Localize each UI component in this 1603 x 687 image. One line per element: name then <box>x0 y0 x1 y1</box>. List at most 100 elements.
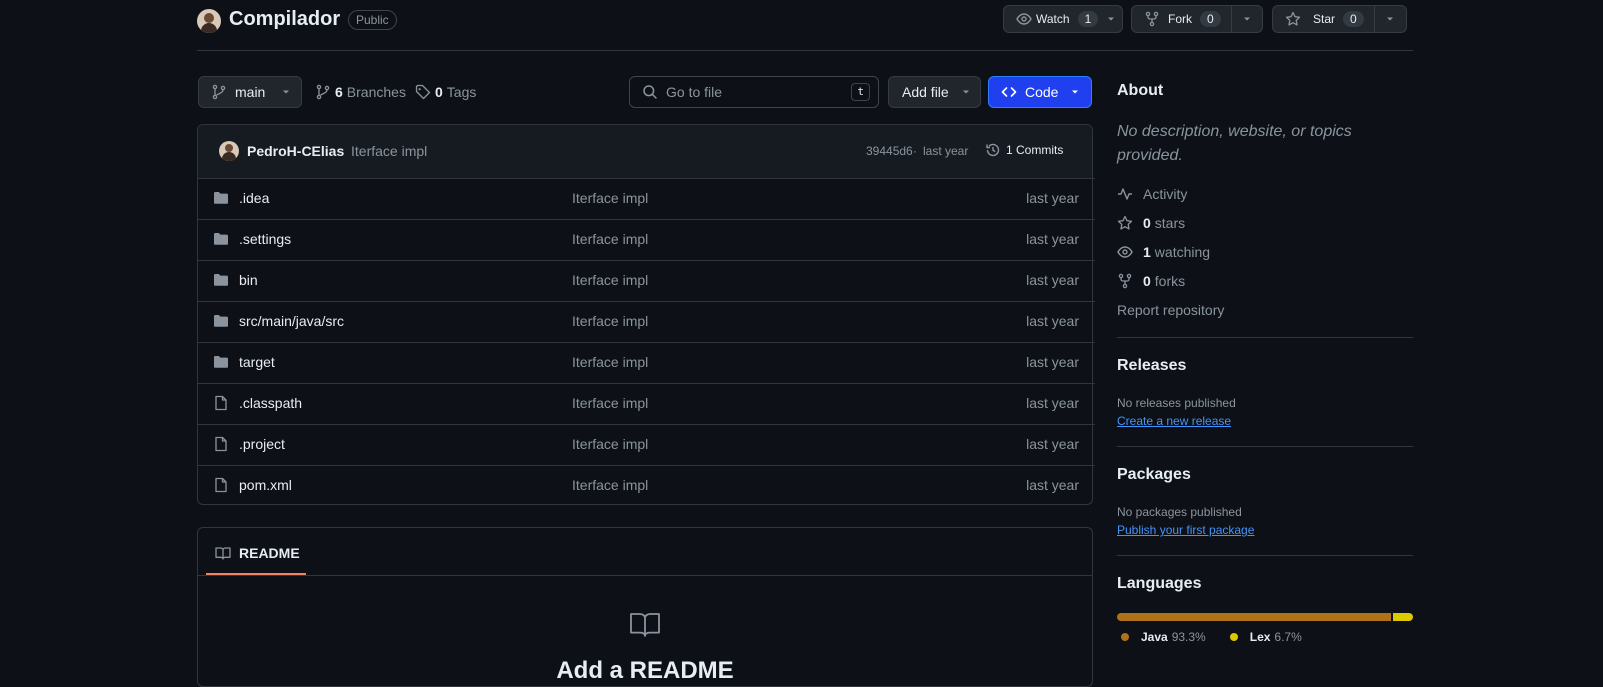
file-name[interactable]: .classpath <box>239 395 302 411</box>
code-button[interactable]: Code <box>988 76 1092 108</box>
watch-button[interactable]: Watch 1 <box>1003 5 1123 33</box>
watch-label: Watch <box>1036 12 1070 26</box>
file-commit-message[interactable]: Iterface impl <box>572 395 648 411</box>
sidebar-divider <box>1117 446 1413 447</box>
file-row[interactable]: bin Iterface impl last year <box>198 260 1095 300</box>
file-row[interactable]: src/main/java/src Iterface impl last year <box>198 301 1095 341</box>
file-commit-message[interactable]: Iterface impl <box>572 436 648 452</box>
search-placeholder: Go to file <box>666 84 723 100</box>
language-bar <box>1117 613 1413 621</box>
commit-author[interactable]: PedroH-CElias <box>247 143 344 159</box>
commit-time: last year <box>923 144 969 158</box>
pulse-icon <box>1118 188 1132 200</box>
language-bar-segment <box>1117 613 1392 621</box>
language-item[interactable]: Java 93.3% <box>1121 630 1206 644</box>
branch-selector[interactable]: main <box>198 76 302 108</box>
language-percent: 6.7% <box>1274 630 1302 644</box>
star-count: 0 <box>1343 11 1364 27</box>
file-name[interactable]: pom.xml <box>239 477 292 493</box>
caret-down-icon <box>962 90 969 94</box>
file-name[interactable]: src/main/java/src <box>239 313 344 329</box>
repo-avatar[interactable] <box>197 9 221 33</box>
readme-tab[interactable]: README <box>215 545 300 561</box>
file-row[interactable]: .project Iterface impl last year <box>198 424 1095 464</box>
tags-count: 0 <box>435 84 443 100</box>
readme-tab-label: README <box>239 545 300 561</box>
fork-icon <box>1145 11 1159 27</box>
file-commit-time: last year <box>1026 436 1079 452</box>
caret-down-icon <box>1072 90 1079 94</box>
file-name[interactable]: .settings <box>239 231 291 247</box>
releases-title[interactable]: Releases <box>1117 357 1186 375</box>
about-description: No description, website, or topics provi… <box>1117 123 1352 164</box>
file-commit-message[interactable]: Iterface impl <box>572 477 648 493</box>
commit-author-avatar[interactable] <box>219 141 239 161</box>
file-name[interactable]: target <box>239 354 275 370</box>
go-to-file-search[interactable]: Go to file t <box>629 76 879 108</box>
folder-icon-wrap <box>213 313 229 329</box>
add-file-label: Add file <box>902 84 949 100</box>
commits-link[interactable]: 1 Commits <box>985 142 1063 158</box>
folder-icon <box>214 233 228 245</box>
commits-label: 1 Commits <box>1006 143 1064 157</box>
star-button[interactable]: Star 0 <box>1272 5 1407 33</box>
star-icon <box>1117 215 1133 230</box>
search-icon <box>643 85 657 99</box>
tags-link[interactable]: 0 Tags <box>415 84 476 100</box>
add-file-button[interactable]: Add file <box>888 76 981 108</box>
commit-hash[interactable]: 39445d6 <box>866 144 913 158</box>
file-icon-wrap <box>213 436 229 452</box>
folder-icon-wrap <box>213 354 229 370</box>
folder-icon <box>214 356 228 368</box>
commit-message[interactable]: Iterface impl <box>351 143 427 159</box>
file-icon <box>215 477 227 493</box>
file-commit-time: last year <box>1026 313 1079 329</box>
file-commit-message[interactable]: Iterface impl <box>572 272 648 288</box>
book-icon <box>630 613 660 637</box>
branch-icon <box>316 84 330 100</box>
releases-empty-text: No releases published <box>1117 396 1236 410</box>
file-commit-message[interactable]: Iterface impl <box>572 231 648 247</box>
caret-down-icon <box>283 90 290 94</box>
file-commit-message[interactable]: Iterface impl <box>572 190 648 206</box>
code-icon <box>1001 87 1017 97</box>
fork-label: Fork <box>1168 12 1192 26</box>
forks-link[interactable]: 0 forks <box>1117 273 1185 289</box>
file-row[interactable]: .classpath Iterface impl last year <box>198 383 1095 423</box>
fork-caret-icon[interactable] <box>1242 14 1252 24</box>
language-item[interactable]: Lex 6.7% <box>1229 630 1302 644</box>
activity-link[interactable]: Activity <box>1117 186 1187 202</box>
header-divider <box>197 50 1413 51</box>
folder-icon <box>214 315 228 327</box>
tag-icon <box>415 84 431 100</box>
file-row[interactable]: .idea Iterface impl last year <box>198 178 1095 218</box>
publish-package-link[interactable]: Publish your first package <box>1117 523 1254 537</box>
star-caret-icon[interactable] <box>1385 14 1395 24</box>
file-name[interactable]: .project <box>239 436 285 452</box>
file-row[interactable]: pom.xml Iterface impl last year <box>198 465 1095 505</box>
readme-divider <box>198 575 1092 576</box>
watching-link[interactable]: 1 watching <box>1117 244 1210 260</box>
packages-title[interactable]: Packages <box>1117 466 1191 484</box>
commit-dot: · <box>913 144 917 158</box>
create-release-link[interactable]: Create a new release <box>1117 414 1231 428</box>
packages-empty-text: No packages published <box>1117 505 1242 519</box>
branches-link[interactable]: 6 Branches <box>315 84 406 100</box>
caret-down-icon <box>1108 17 1115 21</box>
file-commit-message[interactable]: Iterface impl <box>572 354 648 370</box>
file-row[interactable]: target Iterface impl last year <box>198 342 1095 382</box>
history-icon <box>986 143 1000 157</box>
latest-commit-bar: PedroH-CElias Iterface impl 39445d6 · la… <box>198 125 1092 178</box>
file-commit-time: last year <box>1026 477 1079 493</box>
file-name[interactable]: bin <box>239 272 258 288</box>
eye-icon <box>1016 13 1032 25</box>
file-row[interactable]: .settings Iterface impl last year <box>198 219 1095 259</box>
file-name[interactable]: .idea <box>239 190 269 206</box>
repo-name[interactable]: Compilador <box>229 8 340 31</box>
stars-count: 0 <box>1143 215 1151 231</box>
fork-button[interactable]: Fork 0 <box>1131 5 1263 33</box>
folder-icon-wrap <box>213 272 229 288</box>
stars-link[interactable]: 0 stars <box>1117 215 1185 231</box>
file-commit-message[interactable]: Iterface impl <box>572 313 648 329</box>
report-repository-link[interactable]: Report repository <box>1117 302 1224 318</box>
